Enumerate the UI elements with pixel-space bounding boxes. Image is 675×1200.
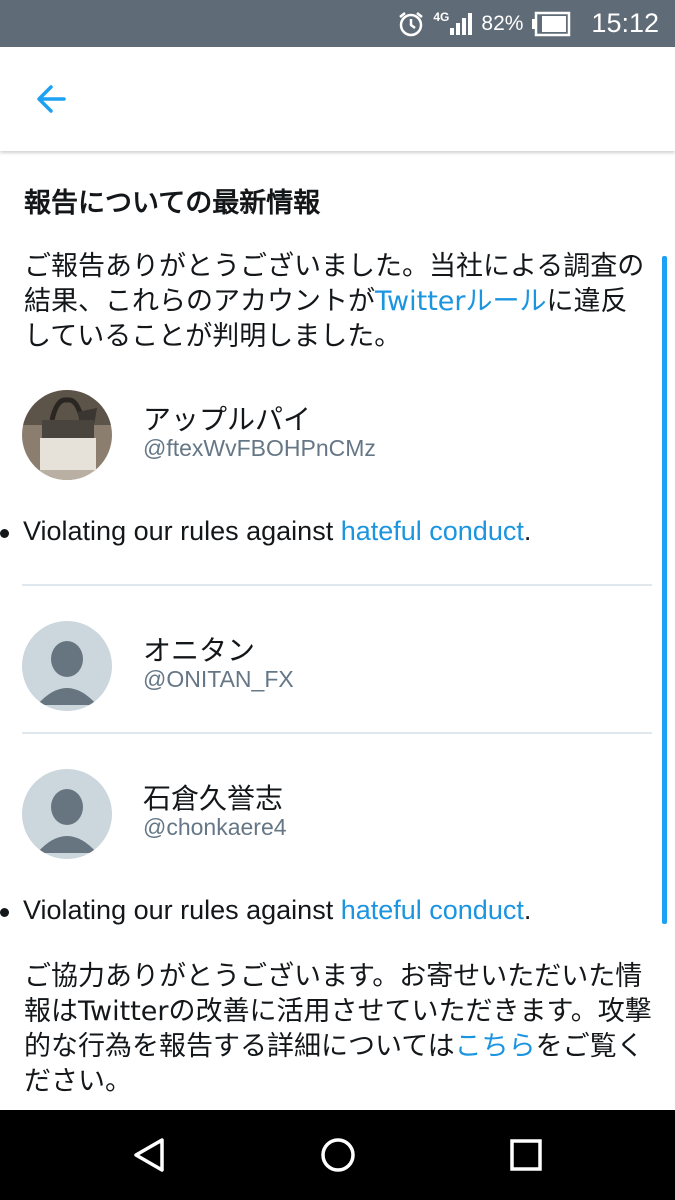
account-name: 石倉久誉志 xyxy=(143,782,284,815)
account-handle: @chonkaere4 xyxy=(143,814,287,840)
avatar-default xyxy=(22,621,112,711)
clock: 15:12 xyxy=(591,8,659,38)
intro-paragraph: ご報告ありがとうございました。当社による調査の結果、これらのアカウントがTwit… xyxy=(24,249,654,354)
account-name: アップルパイ xyxy=(143,403,312,436)
status-icons: 4G 82% 15:12 xyxy=(397,0,659,47)
avatar-default xyxy=(22,769,112,859)
app-bar xyxy=(0,47,675,151)
arrow-left-icon[interactable] xyxy=(30,77,76,121)
report-title: 報告についての最新情報 xyxy=(24,188,321,219)
account-name: オニタン xyxy=(143,634,256,667)
divider xyxy=(22,732,652,734)
account-item[interactable]: 石倉久誉志 @chonkaere4 xyxy=(0,769,675,865)
battery-percent: 82% xyxy=(481,11,524,35)
default-user-icon xyxy=(22,621,112,711)
alarm-icon xyxy=(399,11,424,36)
hateful-conduct-link[interactable]: hateful conduct xyxy=(341,516,524,546)
account-item[interactable]: アップルパイ @ftexWvFBOHPnCMz xyxy=(0,390,675,486)
square-recents-icon[interactable] xyxy=(506,1135,546,1175)
avatar-photo xyxy=(22,390,112,480)
account-handle: @ftexWvFBOHPnCMz xyxy=(143,435,376,461)
hateful-conduct-link[interactable]: hateful conduct xyxy=(341,895,524,925)
violation-end: . xyxy=(523,516,532,546)
account-handle: @ONITAN_FX xyxy=(143,666,294,692)
violation-text: Violating our rules against xyxy=(23,895,341,925)
bullet-dot xyxy=(0,529,9,538)
account-item[interactable]: オニタン @ONITAN_FX xyxy=(0,621,675,717)
scroll-indicator[interactable] xyxy=(662,256,667,924)
bullet-dot xyxy=(0,908,9,917)
bag-photo-icon xyxy=(22,390,112,480)
default-user-icon xyxy=(22,769,112,859)
status-bar: 4G 82% 15:12 xyxy=(0,0,675,47)
navigation-bar xyxy=(0,1110,675,1200)
triangle-back-icon[interactable] xyxy=(130,1135,170,1175)
violation-text: Violating our rules against xyxy=(23,516,341,546)
battery-icon xyxy=(532,11,571,36)
signal-icon xyxy=(450,12,473,35)
circle-home-icon[interactable] xyxy=(318,1135,358,1175)
details-link[interactable]: こちら xyxy=(455,1031,536,1062)
closing-paragraph: ご協力ありがとうございます。お寄せいただいた情報はTwitterの改善に活用させ… xyxy=(24,959,654,1099)
divider xyxy=(22,584,652,586)
network-type: 4G xyxy=(433,10,450,24)
report-content: 報告についての最新情報 ご報告ありがとうございました。当社による調査の結果、これ… xyxy=(0,153,675,1110)
twitter-rules-link[interactable]: Twitterルール xyxy=(375,286,547,317)
violation-end: . xyxy=(523,895,532,925)
